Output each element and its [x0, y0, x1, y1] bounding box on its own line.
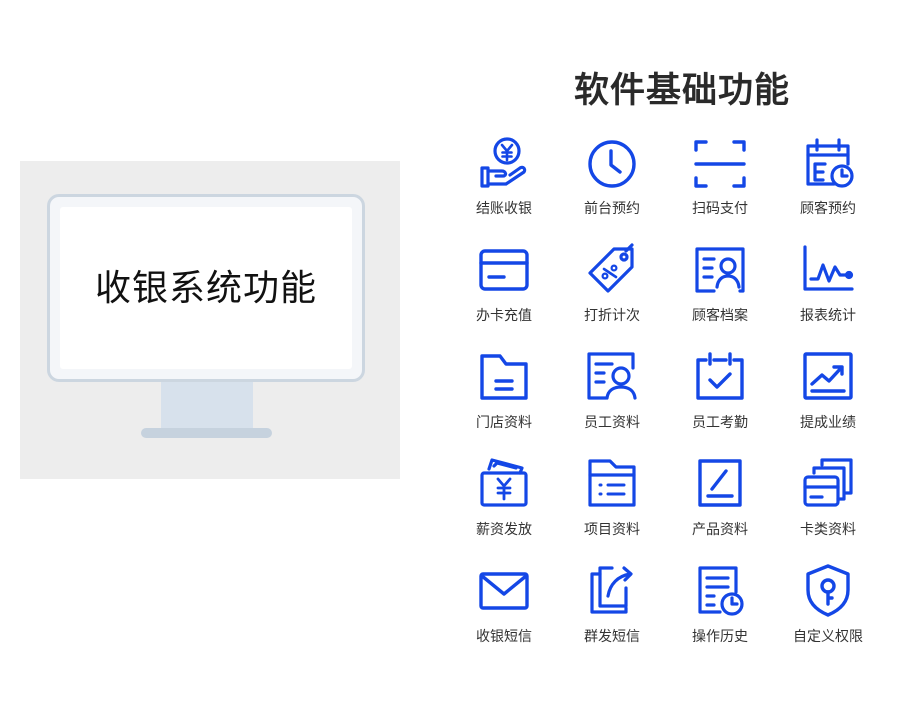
feature-label: 打折计次 [584, 308, 640, 324]
line-chart-icon [800, 241, 856, 297]
feature-label: 员工考勤 [692, 415, 748, 431]
monitor-frame: 收银系统功能 [47, 194, 365, 382]
document-clock-icon [692, 562, 748, 618]
clock-icon [584, 134, 640, 190]
feature-item[interactable]: 员工资料 [558, 344, 666, 451]
feature-item[interactable]: 顾客预约 [774, 130, 882, 237]
feature-label: 顾客预约 [800, 201, 856, 217]
feature-item[interactable]: 办卡充值 [450, 237, 558, 344]
calendar-clock-icon [800, 134, 856, 190]
feature-label: 顾客档案 [692, 308, 748, 324]
feature-label: 操作历史 [692, 629, 748, 645]
feature-grid: 结账收银 前台预约 扫码支付 顾客预约 办卡充值 打折计次 顾客档案 报表统计 … [450, 130, 882, 665]
feature-label: 前台预约 [584, 201, 640, 217]
feature-item[interactable]: 产品资料 [666, 451, 774, 558]
feature-label: 结账收银 [476, 201, 532, 217]
feature-item[interactable]: 操作历史 [666, 558, 774, 665]
shield-key-icon [800, 562, 856, 618]
profile-card-icon [692, 241, 748, 297]
feature-item[interactable]: 员工考勤 [666, 344, 774, 451]
feature-item[interactable]: 项目资料 [558, 451, 666, 558]
hero-title: 收银系统功能 [94, 268, 317, 309]
feature-label: 收银短信 [476, 629, 532, 645]
feature-label: 项目资料 [584, 522, 640, 538]
share-copy-icon [584, 562, 640, 618]
feature-label: 报表统计 [800, 308, 856, 324]
feature-label: 产品资料 [692, 522, 748, 538]
yen-coin-hand-icon [476, 134, 532, 190]
mail-icon [476, 562, 532, 618]
feature-label: 员工资料 [584, 415, 640, 431]
stacked-cards-icon [800, 455, 856, 511]
feature-item[interactable]: 打折计次 [558, 237, 666, 344]
feature-item[interactable]: 收银短信 [450, 558, 558, 665]
feature-label: 自定义权限 [793, 629, 863, 645]
calendar-check-icon [692, 348, 748, 404]
feature-item[interactable]: 扫码支付 [666, 130, 774, 237]
feature-label: 办卡充值 [476, 308, 532, 324]
feature-label: 扫码支付 [692, 201, 748, 217]
document-edit-icon [692, 455, 748, 511]
monitor-stand [161, 382, 253, 428]
hero-panel: 收银系统功能 [20, 161, 400, 479]
feature-label: 提成业绩 [800, 415, 856, 431]
feature-item[interactable]: 自定义权限 [774, 558, 882, 665]
feature-item[interactable]: 门店资料 [450, 344, 558, 451]
monitor-screen: 收银系统功能 [60, 207, 352, 369]
feature-item[interactable]: 顾客档案 [666, 237, 774, 344]
feature-item[interactable]: 卡类资料 [774, 451, 882, 558]
feature-label: 薪资发放 [476, 522, 532, 538]
feature-item[interactable]: 报表统计 [774, 237, 882, 344]
feature-label: 卡类资料 [800, 522, 856, 538]
scan-frame-icon [692, 134, 748, 190]
feature-item[interactable]: 前台预约 [558, 130, 666, 237]
feature-item[interactable]: 薪资发放 [450, 451, 558, 558]
employee-card-icon [584, 348, 640, 404]
trend-chart-icon [800, 348, 856, 404]
feature-label: 门店资料 [476, 415, 532, 431]
folder-icon [476, 348, 532, 404]
list-folder-icon [584, 455, 640, 511]
card-icon [476, 241, 532, 297]
section-title: 软件基础功能 [573, 71, 790, 111]
yen-envelope-icon [476, 455, 532, 511]
monitor-base [141, 428, 272, 438]
feature-item[interactable]: 群发短信 [558, 558, 666, 665]
feature-label: 群发短信 [584, 629, 640, 645]
discount-tag-icon [584, 241, 640, 297]
feature-item[interactable]: 结账收银 [450, 130, 558, 237]
feature-item[interactable]: 提成业绩 [774, 344, 882, 451]
